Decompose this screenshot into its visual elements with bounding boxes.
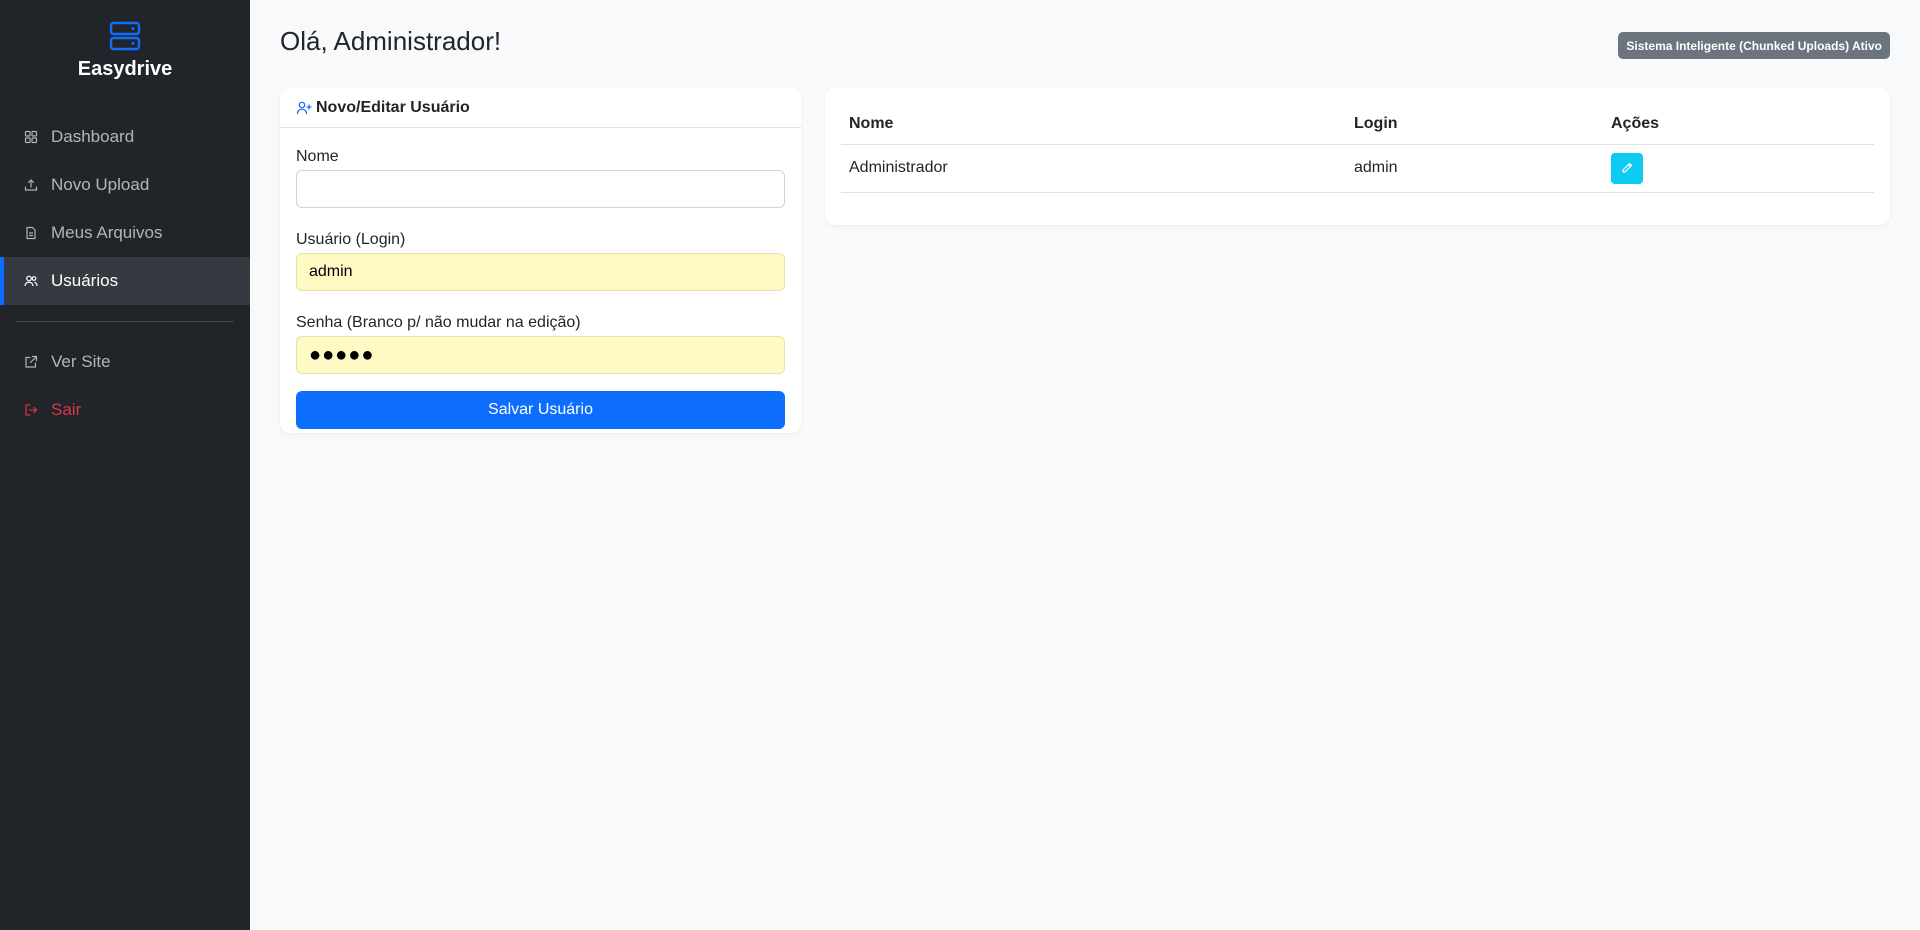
column-header-login: Login [1346,104,1603,145]
user-plus-icon [296,100,312,116]
card-title: Novo/Editar Usuário [316,98,470,116]
pencil-icon [1622,162,1633,173]
sidebar-item-label: Dashboard [51,127,135,146]
sidebar-item-label: Sair [51,400,82,419]
users-table-card: Nome Login Ações Administrador admin [825,88,1890,225]
brand: Easydrive [0,20,250,81]
card-header: Novo/Editar Usuário [280,88,801,128]
password-label: Senha (Branco p/ não mudar na edição) [296,314,581,331]
edit-user-button[interactable] [1611,152,1643,184]
form-body: Nome Usuário (Login) Senha (Branco p/ nã… [280,128,801,429]
upload-icon [24,178,38,192]
sidebar-divider [16,321,234,322]
sidebar-item-label: Ver Site [51,352,111,371]
name-label: Nome [296,148,339,165]
sidebar-item-label: Usuários [51,271,119,290]
cell-login: admin [1346,144,1603,193]
name-field[interactable] [296,170,785,208]
password-field[interactable] [296,336,785,374]
users-table: Nome Login Ações Administrador admin [841,104,1874,193]
sidebar-item-meus-arquivos[interactable]: Meus Arquivos [0,209,250,257]
users-icon [24,274,38,288]
sidebar: Easydrive Dashboard Novo Upload Meus Arq… [0,0,250,930]
save-user-button[interactable]: Salvar Usuário [296,391,785,429]
sidebar-item-dashboard[interactable]: Dashboard [0,113,250,161]
file-icon [24,226,38,240]
status-badge: Sistema Inteligente (Chunked Uploads) At… [1618,32,1890,59]
login-label: Usuário (Login) [296,231,406,248]
cell-nome: Administrador [841,144,1346,193]
column-header-acoes: Ações [1603,104,1874,145]
table-header-row: Nome Login Ações [841,104,1874,145]
brand-title: Easydrive [77,58,173,80]
sidebar-item-sair[interactable]: Sair [0,386,250,434]
server-icon [109,21,141,51]
login-field[interactable] [296,253,785,291]
page-title: Olá, Administrador! [280,26,502,56]
column-header-nome: Nome [841,104,1346,145]
sidebar-item-usuarios[interactable]: Usuários [0,257,250,305]
sidebar-item-novo-upload[interactable]: Novo Upload [0,161,250,209]
sidebar-nav: Dashboard Novo Upload Meus Arquivos Usuá… [0,113,250,434]
user-form-card: Novo/Editar Usuário Nome Usuário (Login)… [280,88,801,433]
table-row: Administrador admin [841,144,1874,193]
external-link-icon [24,355,38,369]
cell-acoes [1603,144,1874,193]
grid-icon [24,130,38,144]
sidebar-item-label: Meus Arquivos [51,223,163,242]
sidebar-item-label: Novo Upload [51,175,150,194]
sidebar-item-ver-site[interactable]: Ver Site [0,338,250,386]
logout-icon [24,403,38,417]
app-root: Easydrive Dashboard Novo Upload Meus Arq… [0,0,1920,930]
